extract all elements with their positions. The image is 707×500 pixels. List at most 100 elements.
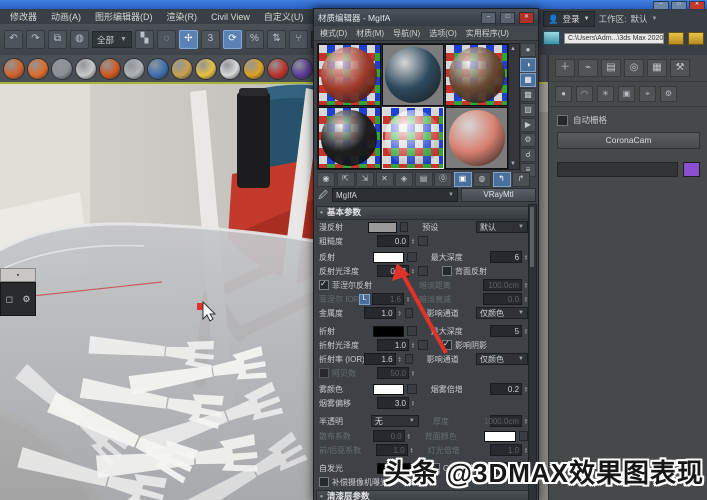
- close-button[interactable]: ✕: [689, 1, 705, 10]
- fresnel-ior-value[interactable]: 1.6: [372, 293, 404, 305]
- abbe-checkbox[interactable]: [319, 368, 329, 378]
- ior-map-button[interactable]: [405, 354, 413, 364]
- fog-mult-value[interactable]: 0.2: [490, 383, 522, 395]
- me-menu-modes[interactable]: 模式(D): [320, 28, 347, 39]
- select-region-icon[interactable]: ◌: [157, 30, 176, 49]
- compensate-exposure-checkbox[interactable]: [319, 477, 329, 487]
- object-color-swatch[interactable]: [683, 162, 700, 177]
- refr-gloss-map-button[interactable]: [418, 340, 428, 350]
- affect-channels-dropdown[interactable]: 仅颜色▼: [476, 307, 528, 319]
- sample-slot-5-active[interactable]: [382, 107, 445, 169]
- scale-icon[interactable]: %: [245, 30, 264, 49]
- me-menu-navigation[interactable]: 导航(N): [393, 28, 420, 39]
- me-menu-material[interactable]: 材质(M): [356, 28, 384, 39]
- helpers-icon[interactable]: ⌖: [639, 86, 656, 102]
- plugin-icon[interactable]: [195, 58, 217, 80]
- fog-color-swatch[interactable]: [373, 384, 405, 395]
- me-menu-utilities[interactable]: 实用程序(U): [466, 28, 509, 39]
- object-name-field[interactable]: [557, 162, 678, 177]
- me-maximize-button[interactable]: □: [500, 12, 515, 24]
- go-forward-icon[interactable]: ↱: [512, 172, 530, 187]
- material-type-button[interactable]: VRayMtl: [461, 188, 536, 202]
- generate-preview-icon[interactable]: ▶: [520, 118, 536, 132]
- reset-map-icon[interactable]: ✕: [376, 172, 394, 187]
- preset-dropdown[interactable]: 默认▼: [476, 221, 528, 233]
- refraction-map-button[interactable]: [407, 326, 416, 336]
- backlight-icon[interactable]: ◑: [520, 58, 536, 72]
- mini-tool-icon[interactable]: ⚙: [22, 294, 30, 305]
- refl-gloss-map-button[interactable]: [418, 266, 428, 276]
- modify-tab-icon[interactable]: ⌁: [578, 59, 598, 77]
- thickness-value[interactable]: 1000.0cm: [490, 415, 522, 427]
- select-by-name-icon[interactable]: 3: [201, 30, 220, 49]
- refr-max-depth-value[interactable]: 5: [490, 325, 522, 337]
- geometry-icon[interactable]: ●: [555, 86, 572, 102]
- fog-map-button[interactable]: [407, 384, 416, 394]
- plugin-icon[interactable]: [267, 58, 289, 80]
- options-icon[interactable]: ⚙: [520, 133, 536, 147]
- plugin-icon[interactable]: [75, 58, 97, 80]
- plugin-icon[interactable]: [243, 58, 265, 80]
- sample-slot-6[interactable]: [445, 107, 508, 169]
- unlink-icon[interactable]: ◍: [70, 30, 89, 49]
- plugin-icon[interactable]: [3, 58, 25, 80]
- me-menu-options[interactable]: 选项(O): [429, 28, 457, 39]
- plugin-icon[interactable]: [99, 58, 121, 80]
- me-close-button[interactable]: ✕: [519, 12, 534, 24]
- roughness-value[interactable]: 0.0: [377, 235, 409, 247]
- material-id-icon[interactable]: ⓪: [434, 172, 452, 187]
- refraction-glossiness-value[interactable]: 1.0: [377, 339, 409, 351]
- plugin-icon[interactable]: [123, 58, 145, 80]
- backside-color-map-button[interactable]: [519, 431, 528, 441]
- mini-toolbar-handle[interactable]: ▪: [0, 268, 36, 282]
- maximize-button[interactable]: □: [671, 1, 687, 10]
- utilities-tab-icon[interactable]: ⚒: [670, 59, 690, 77]
- translucency-dropdown[interactable]: 无▼: [371, 415, 419, 427]
- fresnel-checkbox[interactable]: [319, 280, 329, 290]
- ior-value[interactable]: 1.6: [364, 353, 396, 365]
- sign-in-dropdown[interactable]: 👤 登录▼: [543, 11, 595, 27]
- menu-customize[interactable]: 自定义(U): [264, 10, 304, 23]
- redo-icon[interactable]: ↷: [26, 30, 45, 49]
- selection-filter-dropdown[interactable]: 全部▼: [92, 31, 132, 48]
- menu-graph-editors[interactable]: 图形编辑器(D): [95, 10, 153, 23]
- affect-shadows-checkbox[interactable]: [442, 340, 452, 350]
- minimize-button[interactable]: –: [653, 1, 669, 10]
- systems-icon[interactable]: ⚙: [660, 86, 677, 102]
- menu-modifiers[interactable]: 修改器: [10, 10, 37, 23]
- abbe-value[interactable]: 50.0: [377, 367, 409, 379]
- menu-animation[interactable]: 动画(A): [51, 10, 81, 23]
- select-rotate-icon[interactable]: ⟳: [223, 30, 242, 49]
- plugin-icon[interactable]: [219, 58, 241, 80]
- menu-civil-view[interactable]: Civil View: [211, 12, 250, 22]
- scroll-down-icon[interactable]: ▼: [510, 161, 517, 167]
- workspace-value[interactable]: 默认: [630, 13, 647, 25]
- sample-slot-1[interactable]: [318, 44, 381, 106]
- autogrid-checkbox[interactable]: [557, 115, 568, 126]
- motion-tab-icon[interactable]: ◎: [624, 59, 644, 77]
- rollout-coat-parameters[interactable]: 清漆层参数: [316, 490, 530, 500]
- metalness-map-button[interactable]: [405, 308, 413, 318]
- rollout-basic-parameters[interactable]: 基本参数: [316, 206, 530, 220]
- plugin-icon[interactable]: [51, 58, 73, 80]
- plugin-icon[interactable]: [27, 58, 49, 80]
- make-unique-icon[interactable]: ◈: [395, 172, 413, 187]
- select-move-icon[interactable]: ✢: [179, 30, 198, 49]
- dim-distance-value[interactable]: 100.0cm: [483, 279, 522, 291]
- refraction-color-swatch[interactable]: [373, 326, 405, 337]
- me-minimize-button[interactable]: –: [481, 12, 496, 24]
- open-folder-icon[interactable]: [668, 32, 684, 45]
- show-end-result-icon[interactable]: ◍: [473, 172, 491, 187]
- mini-tool-icon[interactable]: ◻: [6, 294, 13, 305]
- menu-rendering[interactable]: 渲染(R): [167, 10, 198, 23]
- reflection-map-button[interactable]: [407, 252, 416, 262]
- roughness-map-button[interactable]: [418, 236, 428, 246]
- mirror-icon[interactable]: ⑂: [289, 30, 308, 49]
- lights-icon[interactable]: ☀: [597, 86, 614, 102]
- hierarchy-tab-icon[interactable]: ▤: [601, 59, 621, 77]
- backside-color-swatch[interactable]: [484, 431, 516, 442]
- sample-scrollbar[interactable]: ▲ ▼: [508, 43, 520, 170]
- put-to-library-icon[interactable]: ▤: [415, 172, 433, 187]
- select-link-icon[interactable]: ⧉: [48, 30, 67, 49]
- display-tab-icon[interactable]: ▦: [647, 59, 667, 77]
